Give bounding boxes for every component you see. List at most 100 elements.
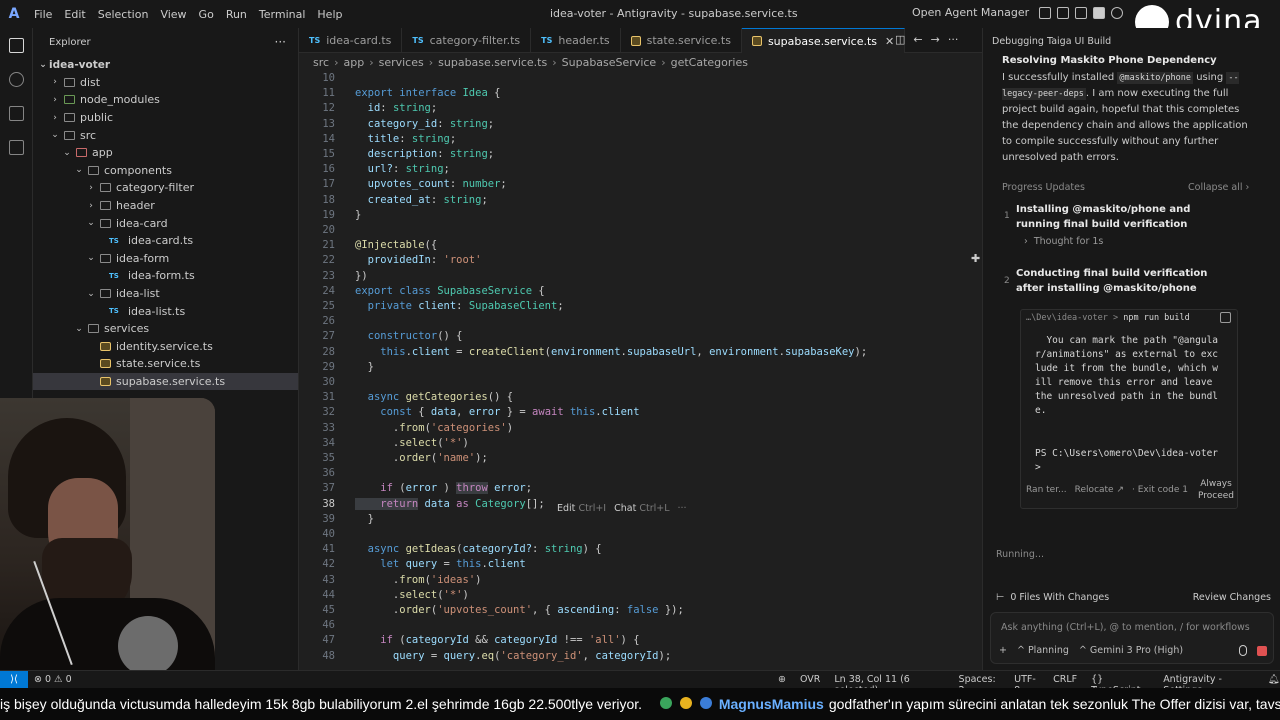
tree-file[interactable]: state.service.ts (33, 355, 298, 373)
menu-item[interactable]: Run (220, 8, 253, 21)
tree-folder[interactable]: ⌄ services (33, 320, 298, 338)
editor-tab[interactable]: TS idea-card.ts (299, 28, 403, 53)
planning-mode-dropdown[interactable]: ^ Planning (1017, 645, 1069, 656)
search-icon[interactable] (1111, 6, 1124, 19)
tree-folder[interactable]: ⌄ idea-form (33, 250, 298, 268)
tree-folder[interactable]: ⌄ src (33, 126, 298, 144)
code-line: 42 let query = this.client (299, 557, 982, 572)
more-actions-icon[interactable]: ··· (275, 35, 286, 49)
editor-tab[interactable]: state.service.ts (621, 28, 742, 53)
files-changes-label[interactable]: ⊢ 0 Files With Changes (996, 592, 1109, 603)
tree-file[interactable]: identity.service.ts (33, 338, 298, 356)
tree-file[interactable]: TS idea-list.ts (33, 302, 298, 320)
agent-chat-input[interactable]: Ask anything (Ctrl+L), @ to mention, / f… (990, 612, 1274, 664)
code-line: 45 .order('upvotes_count', { ascending: … (299, 603, 982, 618)
tree-file[interactable]: supabase.service.ts (33, 372, 298, 391)
open-agent-manager-button[interactable]: Open Agent Manager (912, 6, 1029, 19)
code-line: 35 .order('name'); (299, 451, 982, 466)
chevron-right-icon: › (89, 182, 93, 193)
editor-tab[interactable]: supabase.service.ts ✕ (741, 28, 906, 53)
line-number: 22 (322, 254, 335, 267)
breadcrumb-item[interactable]: SupabaseService (562, 56, 657, 69)
toggle-secondary-sidebar-icon[interactable] (1093, 6, 1106, 19)
code-line: 13 category_id: string; (299, 117, 982, 132)
line-number: 18 (322, 193, 335, 206)
tree-folder[interactable]: › node_modules (33, 91, 298, 109)
code-text: .select('*') (355, 436, 469, 449)
code-text: async getCategories() { (355, 391, 514, 404)
menu-item[interactable]: Edit (58, 8, 91, 21)
step-title[interactable]: Installing @maskito/phone and running fi… (1016, 202, 1236, 232)
copy-icon[interactable] (1220, 312, 1231, 323)
chevron-down-icon: ⌄ (87, 253, 95, 264)
tree-folder[interactable]: › header (33, 197, 298, 215)
breadcrumb-item[interactable]: src (313, 56, 329, 69)
tree-folder[interactable]: ⌄ idea-card (33, 214, 298, 232)
explorer-icon[interactable] (9, 38, 24, 53)
code-line: 24 export class SupabaseService { (299, 284, 982, 299)
code-text: if (error ) throw error; (355, 482, 533, 495)
tree-file[interactable]: TS idea-card.ts (33, 232, 298, 250)
menu-item[interactable]: Terminal (253, 8, 312, 21)
code-text: async getIdeas(categoryId?: string) { (355, 543, 602, 556)
tree-folder[interactable]: › public (33, 109, 298, 127)
run-debug-icon[interactable] (9, 106, 24, 121)
breadcrumb-item[interactable]: supabase.service.ts (438, 56, 547, 69)
tree-file[interactable]: TS idea-form.ts (33, 267, 298, 285)
code-line: 15 description: string; (299, 147, 982, 162)
code-text: @Injectable({ (355, 239, 438, 252)
code-line: 26 (299, 314, 982, 329)
menu-item[interactable]: Help (311, 8, 348, 21)
chevron-right-icon: › (89, 200, 93, 211)
tree-folder[interactable]: ⌄ components (33, 162, 298, 180)
step-title[interactable]: Conducting final build verification afte… (1016, 266, 1236, 296)
problems-status[interactable]: ⊗ 0 ⚠ 0 (34, 674, 72, 685)
code-editor[interactable]: Edit Ctrl+I Chat Ctrl+L ··· ✚ 10 11 export… (299, 71, 982, 670)
line-number: 45 (322, 604, 335, 616)
go-back-icon[interactable]: ← (913, 33, 922, 46)
extensions-icon[interactable] (9, 140, 24, 155)
menu-item[interactable]: File (28, 8, 58, 21)
stop-icon[interactable] (1257, 645, 1267, 656)
chat-placeholder: Ask anything (Ctrl+L), @ to mention, / f… (1001, 622, 1250, 633)
code-text: export class SupabaseService { (355, 284, 545, 297)
window-title: idea-voter - Antigravity - supabase.serv… (550, 7, 798, 20)
terminal-command: …\Dev\idea-voter > npm run build (1026, 313, 1190, 323)
split-editor-icon[interactable]: ◫ (895, 33, 905, 46)
add-context-button[interactable]: + (999, 645, 1007, 656)
breadcrumb-item[interactable]: getCategories (671, 56, 748, 69)
menu-item[interactable]: Go (193, 8, 220, 21)
menu-item[interactable]: View (154, 8, 192, 21)
close-tab-icon[interactable]: ✕ (885, 35, 894, 48)
review-changes-button[interactable]: Review Changes (1193, 592, 1271, 603)
layout-icon[interactable] (1039, 6, 1052, 19)
microphone-icon[interactable] (1239, 645, 1247, 656)
toggle-panel-icon[interactable] (1075, 6, 1088, 19)
tree-folder[interactable]: ⌄ app (33, 144, 298, 162)
tree-label: components (104, 163, 172, 177)
toggle-sidebar-icon[interactable] (1057, 6, 1070, 19)
tree-folder[interactable]: › dist (33, 74, 298, 92)
more-actions-icon[interactable]: ··· (948, 33, 959, 46)
code-text: let query = this.client (355, 558, 526, 571)
tree-folder[interactable]: ⌄ idea-voter (33, 56, 298, 74)
relocate-button[interactable]: Relocate ↗ (1075, 485, 1124, 495)
search-icon[interactable] (9, 72, 24, 87)
menu-item[interactable]: Selection (92, 8, 155, 21)
thought-toggle[interactable]: › Thought for 1s (1024, 236, 1103, 247)
editor-tab[interactable]: TS header.ts (531, 28, 621, 53)
breadcrumb-item[interactable]: app (343, 56, 364, 69)
breadcrumb-item[interactable]: services (379, 56, 424, 69)
model-selector[interactable]: ^ Gemini 3 Pro (High) (1079, 645, 1183, 656)
remote-icon[interactable]: ⟩⟨ (0, 670, 28, 689)
tree-folder[interactable]: › category-filter (33, 179, 298, 197)
always-proceed-button[interactable]: Always Proceed (1198, 478, 1234, 502)
editor-tab[interactable]: TS category-filter.ts (402, 28, 532, 53)
collapse-all-button[interactable]: Collapse all › (1188, 182, 1249, 193)
code-text: description: string; (355, 148, 495, 160)
editor-actions: ◫ ← → ··· (895, 33, 958, 46)
chat-badges (658, 696, 714, 712)
typescript-file-icon: TS (109, 271, 119, 280)
tree-folder[interactable]: ⌄ idea-list (33, 285, 298, 303)
go-forward-icon[interactable]: → (931, 33, 940, 46)
